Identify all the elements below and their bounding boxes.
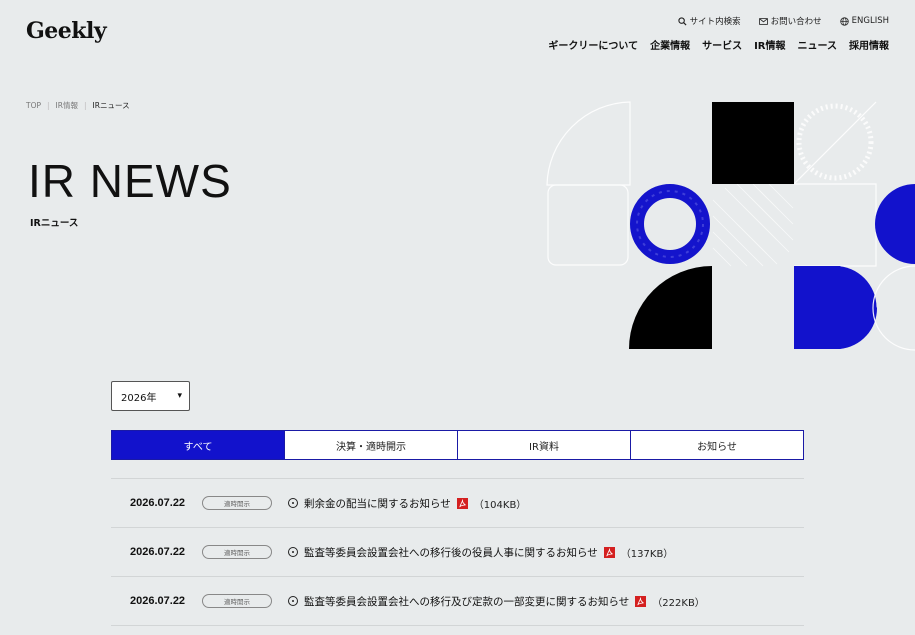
news-item: 2026.07.22 適時開示 監査等委員会設置会社への移行後の役員人事に関する… (111, 528, 804, 577)
news-item: 2026.07.22 適時開示 監査等委員会設置会社への移行及び定款の一部変更に… (111, 577, 804, 626)
news-title-link[interactable]: 監査等委員会設置会社への移行後の役員人事に関するお知らせ (304, 545, 598, 560)
hero-graphic (546, 101, 915, 351)
page-subtitle: IRニュース (30, 218, 79, 229)
pdf-icon (456, 497, 468, 509)
nav-recruit[interactable]: 採用情報 (849, 37, 889, 52)
circle-bullet-icon (288, 498, 298, 508)
category-badge: 適時開示 (202, 496, 272, 510)
tab-ir-materials[interactable]: IR資料 (457, 431, 630, 459)
pdf-icon (603, 546, 615, 558)
chevron-down-icon: ▾ (177, 391, 182, 401)
english-link[interactable]: ENGLISH (839, 15, 889, 27)
news-title-link[interactable]: 剰余金の配当に関するお知らせ (304, 496, 451, 511)
breadcrumb: TOP | IR情報 | IRニュース (26, 100, 130, 111)
site-search-link[interactable]: サイト内検索 (677, 15, 741, 27)
category-tabs: すべて 決算・適時開示 IR資料 お知らせ (111, 430, 804, 460)
contact-link[interactable]: お問い合わせ (758, 15, 822, 27)
news-title-link[interactable]: 監査等委員会設置会社への移行及び定款の一部変更に関するお知らせ (304, 594, 629, 609)
tab-disclosure[interactable]: 決算・適時開示 (284, 431, 457, 459)
nav-company[interactable]: 企業情報 (650, 37, 690, 52)
breadcrumb-separator: | (83, 101, 87, 110)
nav-about[interactable]: ギークリーについて (548, 37, 638, 52)
category-badge: 適時開示 (202, 594, 272, 608)
category-badge: 適時開示 (202, 545, 272, 559)
tab-all[interactable]: すべて (112, 431, 284, 459)
year-select-value: 2026年 (121, 392, 157, 404)
circle-bullet-icon (288, 596, 298, 606)
site-search-label: サイト内検索 (689, 17, 741, 27)
nav-ir[interactable]: IR情報 (754, 37, 785, 52)
globe-icon (839, 16, 849, 26)
page-title: IR NEWS (28, 155, 232, 207)
year-select[interactable]: 2026年 ▾ (111, 381, 190, 411)
mail-icon (758, 17, 768, 25)
site-logo[interactable]: Geekly (26, 18, 107, 44)
nav-news[interactable]: ニュース (798, 37, 838, 52)
news-date: 2026.07.22 (130, 497, 186, 509)
circle-bullet-icon (288, 547, 298, 557)
breadcrumb-current: IRニュース (92, 101, 130, 110)
file-size: （137KB） (620, 548, 674, 560)
breadcrumb-top[interactable]: TOP (26, 101, 41, 110)
file-size: （104KB） (473, 499, 527, 511)
breadcrumb-separator: | (47, 101, 50, 110)
contact-label: お問い合わせ (770, 17, 822, 27)
news-list: 2026.07.22 適時開示 剰余金の配当に関するお知らせ （104KB） 2… (111, 478, 804, 626)
utility-nav: サイト内検索 お問い合わせ ENGLISH (677, 15, 889, 27)
pdf-icon (635, 595, 647, 607)
news-date: 2026.07.22 (130, 595, 186, 607)
global-nav: ギークリーについて 企業情報 サービス IR情報 ニュース 採用情報 (548, 37, 889, 52)
news-item: 2026.07.22 適時開示 剰余金の配当に関するお知らせ （104KB） (111, 479, 804, 528)
news-date: 2026.07.22 (130, 546, 186, 558)
nav-service[interactable]: サービス (702, 37, 742, 52)
breadcrumb-ir[interactable]: IR情報 (56, 100, 78, 111)
english-label: ENGLISH (851, 16, 889, 26)
search-icon (677, 16, 687, 26)
file-size: （222KB） (652, 597, 705, 609)
tab-notices[interactable]: お知らせ (630, 431, 803, 459)
